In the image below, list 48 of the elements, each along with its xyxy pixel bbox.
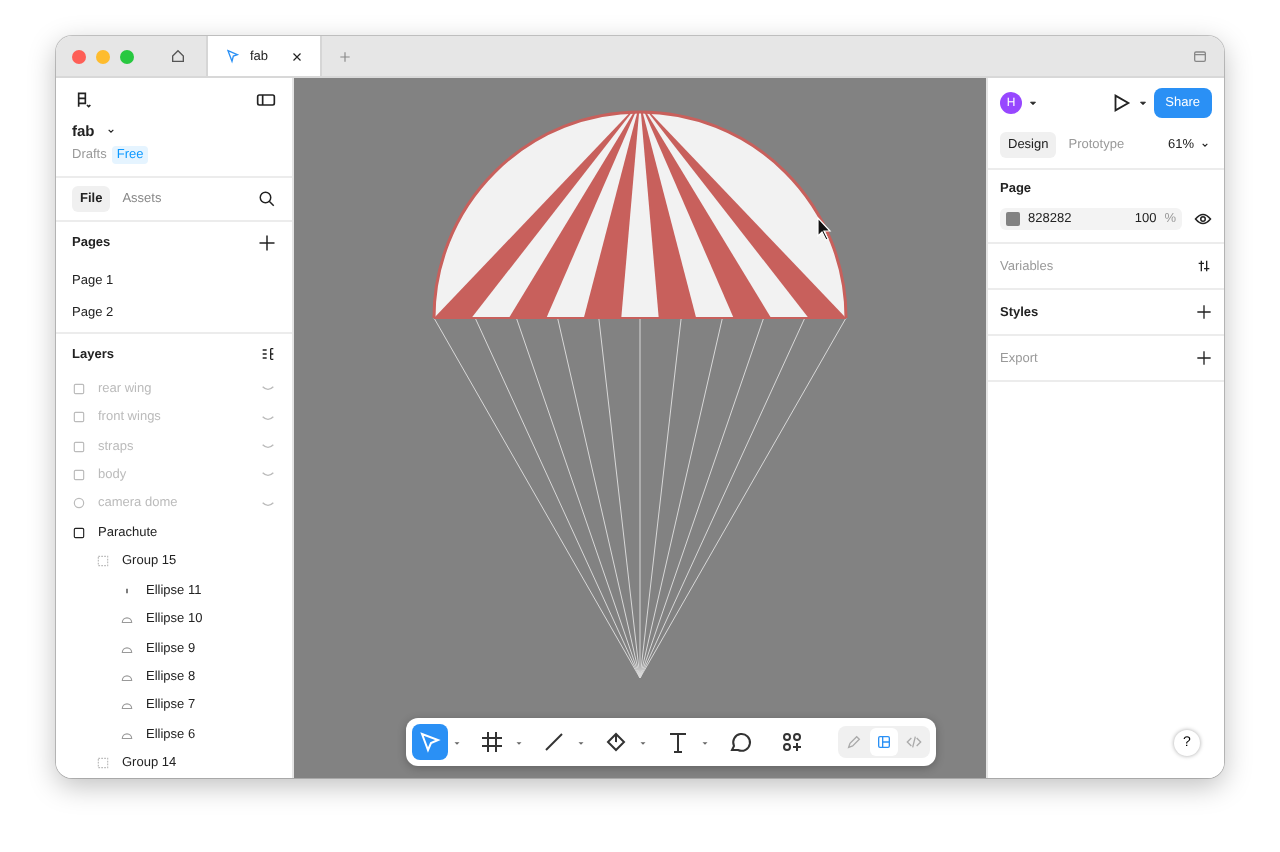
sidebar-toggle-icon xyxy=(256,90,276,110)
close-button[interactable] xyxy=(72,49,86,63)
line-icon xyxy=(542,730,566,754)
circle-icon xyxy=(72,496,86,511)
play-icon xyxy=(1109,92,1132,114)
chevron-down-icon xyxy=(104,124,119,138)
plus-icon xyxy=(338,49,353,63)
list-icon xyxy=(260,346,276,362)
square-icon xyxy=(72,410,86,425)
caret-icon[interactable] xyxy=(514,737,524,747)
close-icon xyxy=(290,49,305,63)
square-icon xyxy=(72,467,86,482)
sliders-icon xyxy=(1196,258,1212,274)
add-icon xyxy=(258,234,276,252)
square-icon xyxy=(72,525,86,540)
caret-icon[interactable] xyxy=(700,737,710,747)
chevron-down-icon xyxy=(1198,138,1212,152)
zoom-button[interactable] xyxy=(120,49,134,63)
shapes-grid-icon xyxy=(780,730,804,754)
caret-icon[interactable] xyxy=(452,737,462,747)
comment-bubble-icon xyxy=(728,730,752,754)
layout-icon xyxy=(876,734,892,750)
pointer-cursor-icon xyxy=(817,216,832,241)
caret-icon[interactable] xyxy=(638,737,648,747)
logo-menu-icon xyxy=(72,90,92,110)
dashed-square-icon xyxy=(96,554,110,569)
square-icon xyxy=(72,381,86,396)
pointer-icon xyxy=(418,730,442,754)
caret-icon[interactable] xyxy=(576,737,586,747)
pencil-icon xyxy=(846,734,862,750)
square-icon xyxy=(72,439,86,454)
tick-icon xyxy=(120,583,134,598)
caret-icon xyxy=(1137,98,1148,108)
mode-button[interactable] xyxy=(870,728,898,756)
canvas[interactable] xyxy=(294,78,986,778)
search-icon xyxy=(258,190,276,208)
home-icon xyxy=(170,48,186,64)
file-logo-icon xyxy=(224,48,240,64)
caret-icon xyxy=(1028,98,1038,108)
dashed-square-icon xyxy=(96,756,110,771)
hash-icon xyxy=(480,730,504,754)
text-icon xyxy=(666,730,690,754)
code-icon xyxy=(906,734,922,750)
eye-icon xyxy=(1194,210,1212,228)
add-icon xyxy=(1196,350,1212,366)
add-icon xyxy=(1196,304,1212,320)
window-icon xyxy=(1192,48,1208,64)
pen-icon xyxy=(604,730,628,754)
